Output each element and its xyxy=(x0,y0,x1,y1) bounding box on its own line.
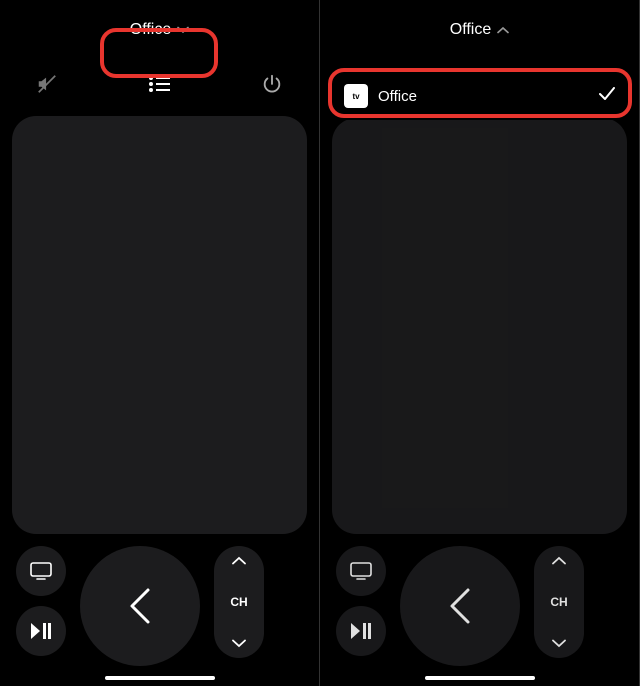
bottom-controls: CH xyxy=(0,546,319,686)
mute-button[interactable] xyxy=(30,67,64,101)
power-button[interactable] xyxy=(255,67,289,101)
device-selector[interactable]: Office xyxy=(438,15,522,45)
dropdown-overlay[interactable] xyxy=(320,66,639,686)
header: Office xyxy=(0,0,319,60)
dropdown-item-label: Office xyxy=(378,88,589,105)
phone-left: Office xyxy=(0,0,320,686)
home-indicator[interactable] xyxy=(105,676,215,680)
device-name: Office xyxy=(450,21,492,39)
device-name: Office xyxy=(130,21,172,39)
appletv-icon: tv xyxy=(344,84,368,108)
back-button[interactable] xyxy=(80,546,200,666)
touchpad[interactable] xyxy=(12,116,307,534)
channel-down-button[interactable] xyxy=(232,639,246,648)
channel-label: CH xyxy=(230,595,247,609)
phone-right: Office tv Office xyxy=(320,0,640,686)
toolbar xyxy=(0,60,319,108)
tv-button[interactable] xyxy=(16,546,66,596)
chevron-down-icon xyxy=(177,26,189,34)
left-buttons xyxy=(16,546,66,656)
channel-rocker: CH xyxy=(214,546,264,658)
chevron-up-icon xyxy=(497,26,509,34)
play-pause-button[interactable] xyxy=(16,606,66,656)
device-dropdown: tv Office xyxy=(330,72,629,120)
header: Office xyxy=(320,0,639,60)
check-icon xyxy=(599,87,615,106)
list-button[interactable] xyxy=(143,67,177,101)
channel-up-button[interactable] xyxy=(232,556,246,565)
dropdown-item-office[interactable]: tv Office xyxy=(334,76,625,116)
device-selector[interactable]: Office xyxy=(118,15,202,45)
home-indicator[interactable] xyxy=(425,676,535,680)
